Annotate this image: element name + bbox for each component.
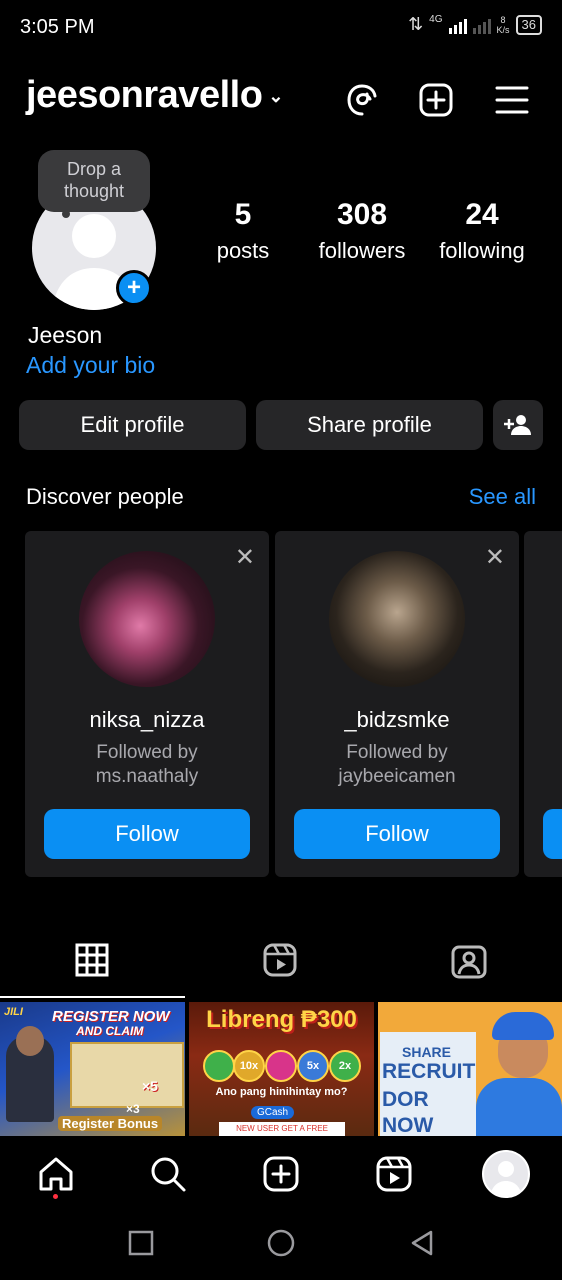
- suggestion-card-partial[interactable]: [524, 531, 562, 877]
- add-friend-button[interactable]: [493, 400, 543, 450]
- add-person-icon: [504, 415, 531, 435]
- followers-count: 308: [336, 198, 388, 231]
- home-icon[interactable]: [36, 1154, 76, 1199]
- create-icon[interactable]: [261, 1154, 301, 1199]
- bottom-nav: [0, 1136, 562, 1216]
- suggestion-card[interactable]: ✕ niksa_nizza Followed by ms.naathaly Fo…: [25, 531, 269, 877]
- signal-icon: [448, 16, 467, 34]
- search-icon[interactable]: [148, 1154, 188, 1199]
- following-label: following: [439, 238, 525, 263]
- profile-tab-avatar[interactable]: [482, 1150, 530, 1198]
- stat-posts[interactable]: 5 posts: [206, 198, 280, 264]
- see-all-link[interactable]: See all: [469, 484, 536, 510]
- suggestion-username[interactable]: niksa_nizza: [25, 707, 269, 733]
- account-switcher[interactable]: jeesonravello ⌄: [26, 74, 283, 117]
- recents-icon[interactable]: [128, 1230, 154, 1261]
- suggestion-avatar[interactable]: [329, 551, 465, 687]
- add-bio-link[interactable]: Add your bio: [26, 352, 155, 379]
- suggestion-avatar[interactable]: [79, 551, 215, 687]
- signal-2-icon: [472, 16, 491, 34]
- post-thumbnail[interactable]: JILI REGISTER NOW AND CLAIM ×5 ×3 Regist…: [0, 1002, 185, 1136]
- grid-tab-icon[interactable]: [74, 942, 110, 983]
- followers-label: followers: [318, 238, 406, 263]
- system-nav-bar: [0, 1216, 562, 1280]
- share-profile-button[interactable]: Share profile: [256, 400, 483, 450]
- tagged-tab-icon[interactable]: [450, 942, 488, 985]
- posts-count: 5: [234, 198, 252, 231]
- note-bubble-tail: [62, 210, 70, 218]
- display-name: Jeeson: [28, 322, 103, 348]
- stat-followers[interactable]: 308 followers: [308, 198, 416, 264]
- following-count: 24: [465, 198, 499, 231]
- note-bubble[interactable]: Drop a thought: [38, 150, 150, 212]
- home-circle-icon[interactable]: [266, 1228, 296, 1263]
- create-post-icon[interactable]: [416, 80, 456, 120]
- network-type: 4G: [429, 14, 443, 25]
- posts-label: posts: [216, 238, 270, 263]
- follow-button-partial[interactable]: [543, 809, 562, 859]
- suggestion-mutual: Followed by jaybeeicamen: [338, 742, 456, 787]
- username: jeesonravello: [26, 74, 263, 116]
- back-triangle-icon[interactable]: [408, 1229, 436, 1262]
- reels-icon[interactable]: [374, 1154, 414, 1199]
- follow-button[interactable]: Follow: [294, 809, 500, 859]
- status-time: 3:05 PM: [20, 16, 95, 38]
- suggestion-mutual: Followed by ms.naathaly: [95, 742, 199, 787]
- follow-button[interactable]: Follow: [44, 809, 250, 859]
- suggestion-username[interactable]: _bidzsmke: [275, 707, 519, 733]
- dismiss-icon[interactable]: ✕: [485, 543, 505, 572]
- post-thumbnail[interactable]: SHARE RECRUIT DOR NOW: [378, 1002, 562, 1136]
- data-arrows-icon: ⇅: [408, 14, 424, 34]
- threads-icon[interactable]: [342, 80, 382, 120]
- stat-following[interactable]: 24 following: [428, 198, 536, 264]
- status-indicators: ⇅ 4G 8 K/s 36: [408, 14, 542, 35]
- add-story-icon[interactable]: +: [116, 270, 152, 306]
- discover-title: Discover people: [26, 484, 184, 509]
- post-thumbnail[interactable]: Libreng ₱300 10x 5x 2x Ano pang hinihint…: [189, 1002, 374, 1136]
- battery-indicator: 36: [515, 14, 542, 35]
- active-tab-indicator: [0, 996, 185, 998]
- suggestion-card[interactable]: ✕ _bidzsmke Followed by jaybeeicamen Fol…: [275, 531, 519, 877]
- edit-profile-button[interactable]: Edit profile: [19, 400, 246, 450]
- dismiss-icon[interactable]: ✕: [235, 543, 255, 572]
- reels-tab-icon[interactable]: [262, 942, 298, 983]
- menu-icon[interactable]: [492, 80, 532, 120]
- chevron-down-icon: ⌄: [268, 86, 283, 107]
- net-speed: 8 K/s: [496, 14, 510, 35]
